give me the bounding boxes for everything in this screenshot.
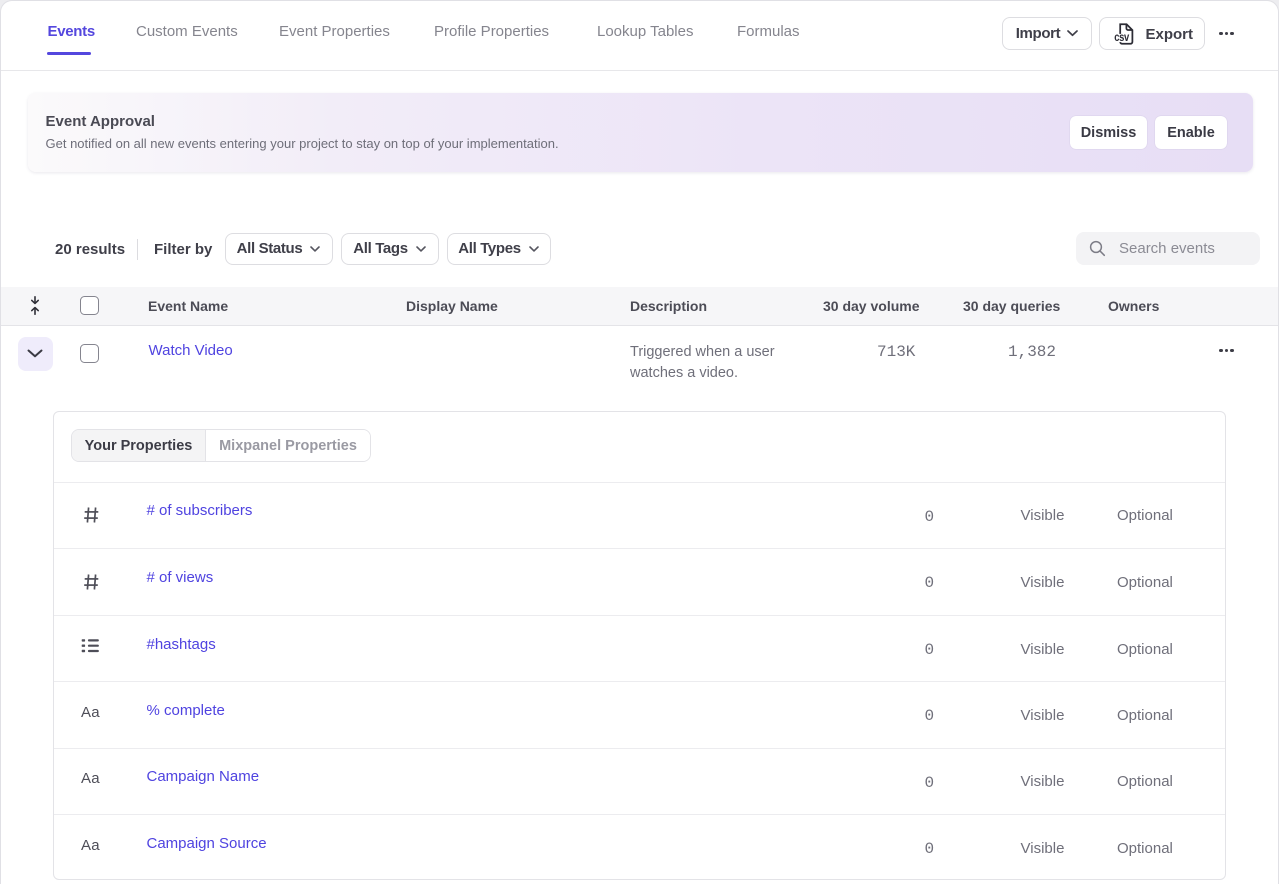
svg-text:csv: csv bbox=[1114, 31, 1129, 44]
